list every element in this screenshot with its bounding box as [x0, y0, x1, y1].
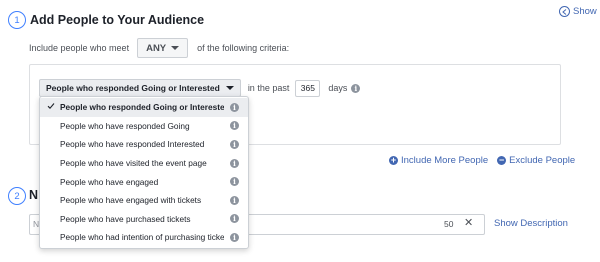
section-title-add-people: Add People to Your Audience [30, 13, 205, 27]
step-number-1: 1 [8, 11, 26, 29]
include-more-people-link[interactable]: + Include More People [389, 155, 488, 166]
show-link-label: Show [573, 6, 597, 17]
info-icon[interactable]: i [230, 214, 239, 224]
days-label: days [328, 83, 348, 93]
menu-item[interactable]: People who had intention of purchasing t… [40, 228, 248, 247]
info-icon[interactable]: i [230, 158, 239, 168]
menu-item-label: People who have responded Going [60, 120, 190, 131]
past-label: in the past [247, 83, 290, 93]
caret-down-icon [171, 46, 180, 50]
menu-item[interactable]: People who have engaged with tickets i [40, 191, 248, 210]
exclude-people-link[interactable]: − Exclude People [497, 155, 575, 166]
menu-item[interactable]: People who responded Going or Interested… [40, 98, 248, 117]
menu-item[interactable]: People who have engaged i [40, 172, 248, 191]
menu-item-label: People who have engaged with tickets [60, 195, 202, 206]
match-type-dropdown[interactable]: ANY [137, 38, 189, 58]
step-number-2: 2 [8, 187, 26, 205]
criteria-prefix: Include people who meet [29, 43, 130, 53]
criteria-line: Include people who meet ANY of the follo… [29, 38, 289, 58]
info-icon[interactable]: i [351, 83, 361, 93]
menu-item-label: People who responded Going or Interested [60, 102, 224, 113]
days-input[interactable]: 365 [295, 79, 321, 97]
info-icon[interactable]: i [230, 195, 239, 205]
checkmark-icon [47, 103, 55, 110]
menu-item-label: People who have purchased tickets [60, 213, 191, 224]
include-more-people-label: Include More People [401, 155, 489, 166]
show-link[interactable]: Show [559, 6, 597, 17]
menu-item[interactable]: People who have visited the event page i [40, 154, 248, 173]
menu-item[interactable]: People who have responded Going i [40, 117, 248, 136]
info-icon[interactable]: i [230, 177, 239, 187]
info-icon[interactable]: i [230, 232, 239, 242]
show-description-link[interactable]: Show Description [494, 218, 568, 229]
rule-row: People who responded Going or Interested… [39, 79, 361, 97]
audience-actions: + Include More People − Exclude People [389, 155, 575, 166]
info-icon[interactable]: i [230, 139, 239, 149]
info-icon[interactable]: i [230, 102, 239, 112]
info-icon[interactable]: i [230, 121, 239, 131]
rule-type-value: People who responded Going or Interested [46, 83, 220, 93]
criteria-suffix: of the following criteria: [197, 43, 290, 53]
menu-item[interactable]: People who have purchased tickets i [40, 210, 248, 229]
plus-icon: + [389, 155, 398, 165]
menu-item-label: People who have visited the event page [60, 158, 207, 169]
menu-item-label: People who have engaged [60, 176, 159, 187]
section-title-name: N [29, 188, 39, 202]
caret-down-icon [225, 86, 234, 90]
char-count: 50 [444, 219, 454, 229]
clear-icon[interactable]: ✕ [464, 216, 473, 229]
minus-icon: − [497, 155, 507, 165]
menu-item-label: People who have responded Interested [60, 139, 205, 150]
rule-type-dropdown[interactable]: People who responded Going or Interested [39, 79, 241, 97]
rule-type-menu: People who responded Going or Interested… [39, 96, 249, 249]
exclude-people-label: Exclude People [509, 155, 576, 166]
chevron-left-icon [559, 6, 570, 17]
match-type-value: ANY [146, 42, 167, 54]
menu-item[interactable]: People who have responded Interested i [40, 135, 248, 154]
menu-item-label: People who had intention of purchasing t… [60, 232, 224, 243]
